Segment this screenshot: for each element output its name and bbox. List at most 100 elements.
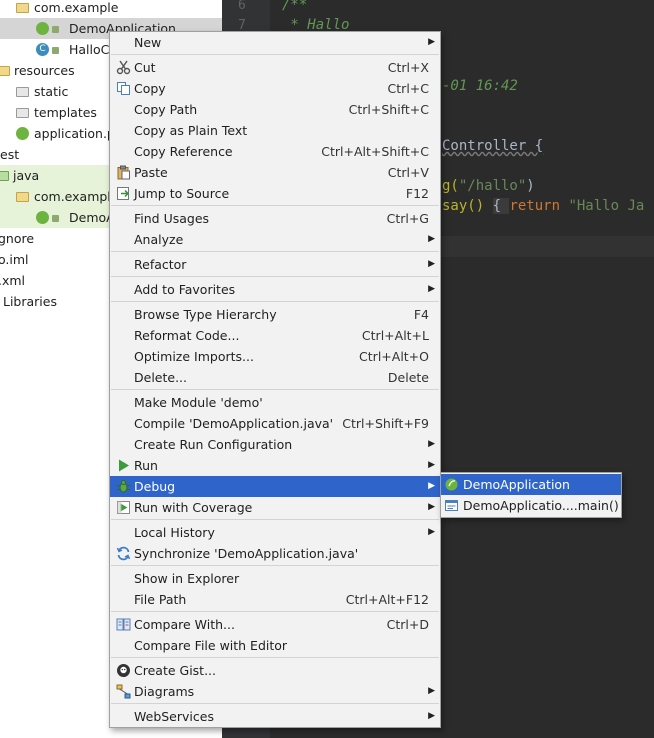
menu-item-label: Create Run Configuration [134,437,293,452]
code-token: ) [526,178,535,194]
scissors-icon [116,60,131,75]
menu-separator [111,565,439,566]
menu-item-label: Copy as Plain Text [134,123,248,138]
menu-item-compare-with[interactable]: Compare With... Ctrl+D [110,614,440,635]
lock-icon [52,47,59,54]
menu-separator [111,519,439,520]
menu-item-label: Copy Reference [134,144,233,159]
folder-icon [16,192,29,202]
submenu-arrow-icon: ▶ [428,460,435,470]
tree-item-label: DemoA [69,210,115,225]
code-token: g( [442,178,459,194]
diagram-icon [116,684,131,699]
menu-item-shortcut: Delete [387,370,429,385]
menu-item-run-with-coverage[interactable]: Run with Coverage ▶ [110,497,440,518]
menu-item-shortcut: Ctrl+Alt+L [361,328,429,343]
tree-item-label: resources [14,63,75,78]
menu-item-label: Debug [134,479,176,494]
application-config-icon [445,500,458,511]
menu-item-label: Compile 'DemoApplication.java' [134,416,334,431]
submenu-arrow-icon: ▶ [428,711,435,721]
folder-icon [0,171,9,181]
menu-item-copy[interactable]: Copy Ctrl+C [110,78,440,99]
menu-item-local-history[interactable]: Local History ▶ [110,522,440,543]
code-line: say() { return "Hallo Ja [442,198,644,214]
menu-item-label: Compare With... [134,617,235,632]
menu-item-compare-file-with-editor[interactable]: Compare File with Editor [110,635,440,656]
menu-item-compile[interactable]: Compile 'DemoApplication.java' Ctrl+Shif… [110,413,440,434]
menu-item-run[interactable]: Run ▶ [110,455,440,476]
menu-item-copy-plain-text[interactable]: Copy as Plain Text [110,120,440,141]
menu-item-browse-type-hierarchy[interactable]: Browse Type Hierarchy F4 [110,304,440,325]
sync-icon [116,546,131,561]
menu-item-synchronize[interactable]: Synchronize 'DemoApplication.java' [110,543,440,564]
menu-item-optimize-imports[interactable]: Optimize Imports... Ctrl+Alt+O [110,346,440,367]
menu-item-label: Find Usages [134,211,210,226]
menu-item-shortcut: Ctrl+D [386,617,429,632]
debug-icon [116,480,131,493]
menu-item-label: Synchronize 'DemoApplication.java' [134,546,359,561]
tree-item-label: java [13,168,40,183]
menu-item-label: Browse Type Hierarchy [134,307,277,322]
menu-item-find-usages[interactable]: Find Usages Ctrl+G [110,208,440,229]
menu-item-cut[interactable]: Cut Ctrl+X [110,57,440,78]
submenu-arrow-icon: ▶ [428,37,435,47]
menu-item-paste[interactable]: Paste Ctrl+V [110,162,440,183]
menu-item-reformat-code[interactable]: Reformat Code... Ctrl+Alt+L [110,325,440,346]
tree-item-label: .xml [0,273,26,288]
menu-item-analyze[interactable]: Analyze ▶ [110,229,440,250]
code-token: say() [442,198,493,214]
submenu-arrow-icon: ▶ [428,686,435,696]
menu-item-create-gist[interactable]: Create Gist... [110,660,440,681]
code-token: { [492,198,510,214]
menu-item-add-to-favorites[interactable]: Add to Favorites ▶ [110,279,440,300]
menu-item-file-path[interactable]: File Path Ctrl+Alt+F12 [110,589,440,610]
menu-separator [111,301,439,302]
menu-item-jump-to-source[interactable]: Jump to Source F12 [110,183,440,204]
menu-item-label: Run [134,458,158,473]
submenu-item-demoapplication-main[interactable]: DemoApplicatio....main() [441,495,621,516]
menu-item-shortcut: Ctrl+G [386,211,429,226]
menu-item-label: Show in Explorer [134,571,240,586]
menu-item-shortcut: Ctrl+Shift+C [348,102,429,117]
menu-item-make-module[interactable]: Make Module 'demo' [110,392,440,413]
menu-separator [111,251,439,252]
folder-icon [16,3,29,13]
menu-separator [111,54,439,55]
menu-item-diagrams[interactable]: Diagrams ▶ [110,681,440,702]
run-icon [119,459,129,472]
menu-item-show-in-explorer[interactable]: Show in Explorer [110,568,440,589]
menu-separator [111,205,439,206]
menu-separator [111,276,439,277]
menu-item-delete[interactable]: Delete... Delete [110,367,440,388]
spring-class-icon [36,211,49,224]
menu-item-new[interactable]: New ▶ [110,32,440,53]
tree-item-label: com.example [34,0,119,15]
menu-item-webservices[interactable]: WebServices ▶ [110,706,440,727]
debug-submenu: DemoApplication DemoApplicatio....main() [440,472,622,518]
menu-item-label: Analyze [134,232,184,247]
folder-icon [16,87,29,97]
menu-item-refactor[interactable]: Refactor ▶ [110,254,440,275]
spring-boot-icon [445,478,458,491]
menu-item-label: Local History [134,525,215,540]
folder-icon [0,66,10,76]
menu-item-label: Copy Path [134,102,198,117]
tree-item-package[interactable]: com.example [0,0,222,18]
code-token: return [509,198,569,214]
menu-item-shortcut: Ctrl+X [387,60,429,75]
menu-separator [111,657,439,658]
menu-item-debug[interactable]: Debug ▶ [110,476,440,497]
menu-item-label: Add to Favorites [134,282,236,297]
menu-item-copy-reference[interactable]: Copy Reference Ctrl+Alt+Shift+C [110,141,440,162]
menu-item-label: Cut [134,60,156,75]
tree-item-label: est [0,147,20,162]
submenu-item-demoapplication[interactable]: DemoApplication [441,474,621,495]
submenu-arrow-icon: ▶ [428,284,435,294]
menu-item-create-run-configuration[interactable]: Create Run Configuration ▶ [110,434,440,455]
menu-item-shortcut: Ctrl+Alt+F12 [345,592,429,607]
menu-item-copy-path[interactable]: Copy Path Ctrl+Shift+C [110,99,440,120]
submenu-arrow-icon: ▶ [428,502,435,512]
tree-item-label: com.example [34,189,119,204]
menu-item-shortcut: Ctrl+Shift+F9 [342,416,429,431]
